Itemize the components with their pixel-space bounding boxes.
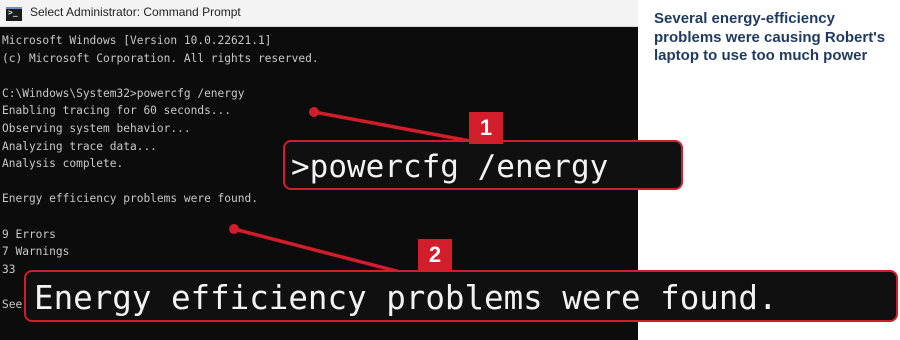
zoom-callout-command: >powercfg /energy	[283, 140, 683, 190]
callout-line-1	[313, 110, 471, 143]
callout-badge-1: 1	[469, 112, 503, 144]
callout-line-2	[233, 227, 401, 274]
figure-caption: Several energy-efficiency problems were …	[654, 10, 886, 64]
zoom-callout-result: Energy efficiency problems were found.	[24, 270, 898, 322]
callout-connector-2	[229, 224, 401, 274]
callout-connector-1	[309, 107, 471, 143]
callout-badge-2: 2	[418, 239, 452, 271]
